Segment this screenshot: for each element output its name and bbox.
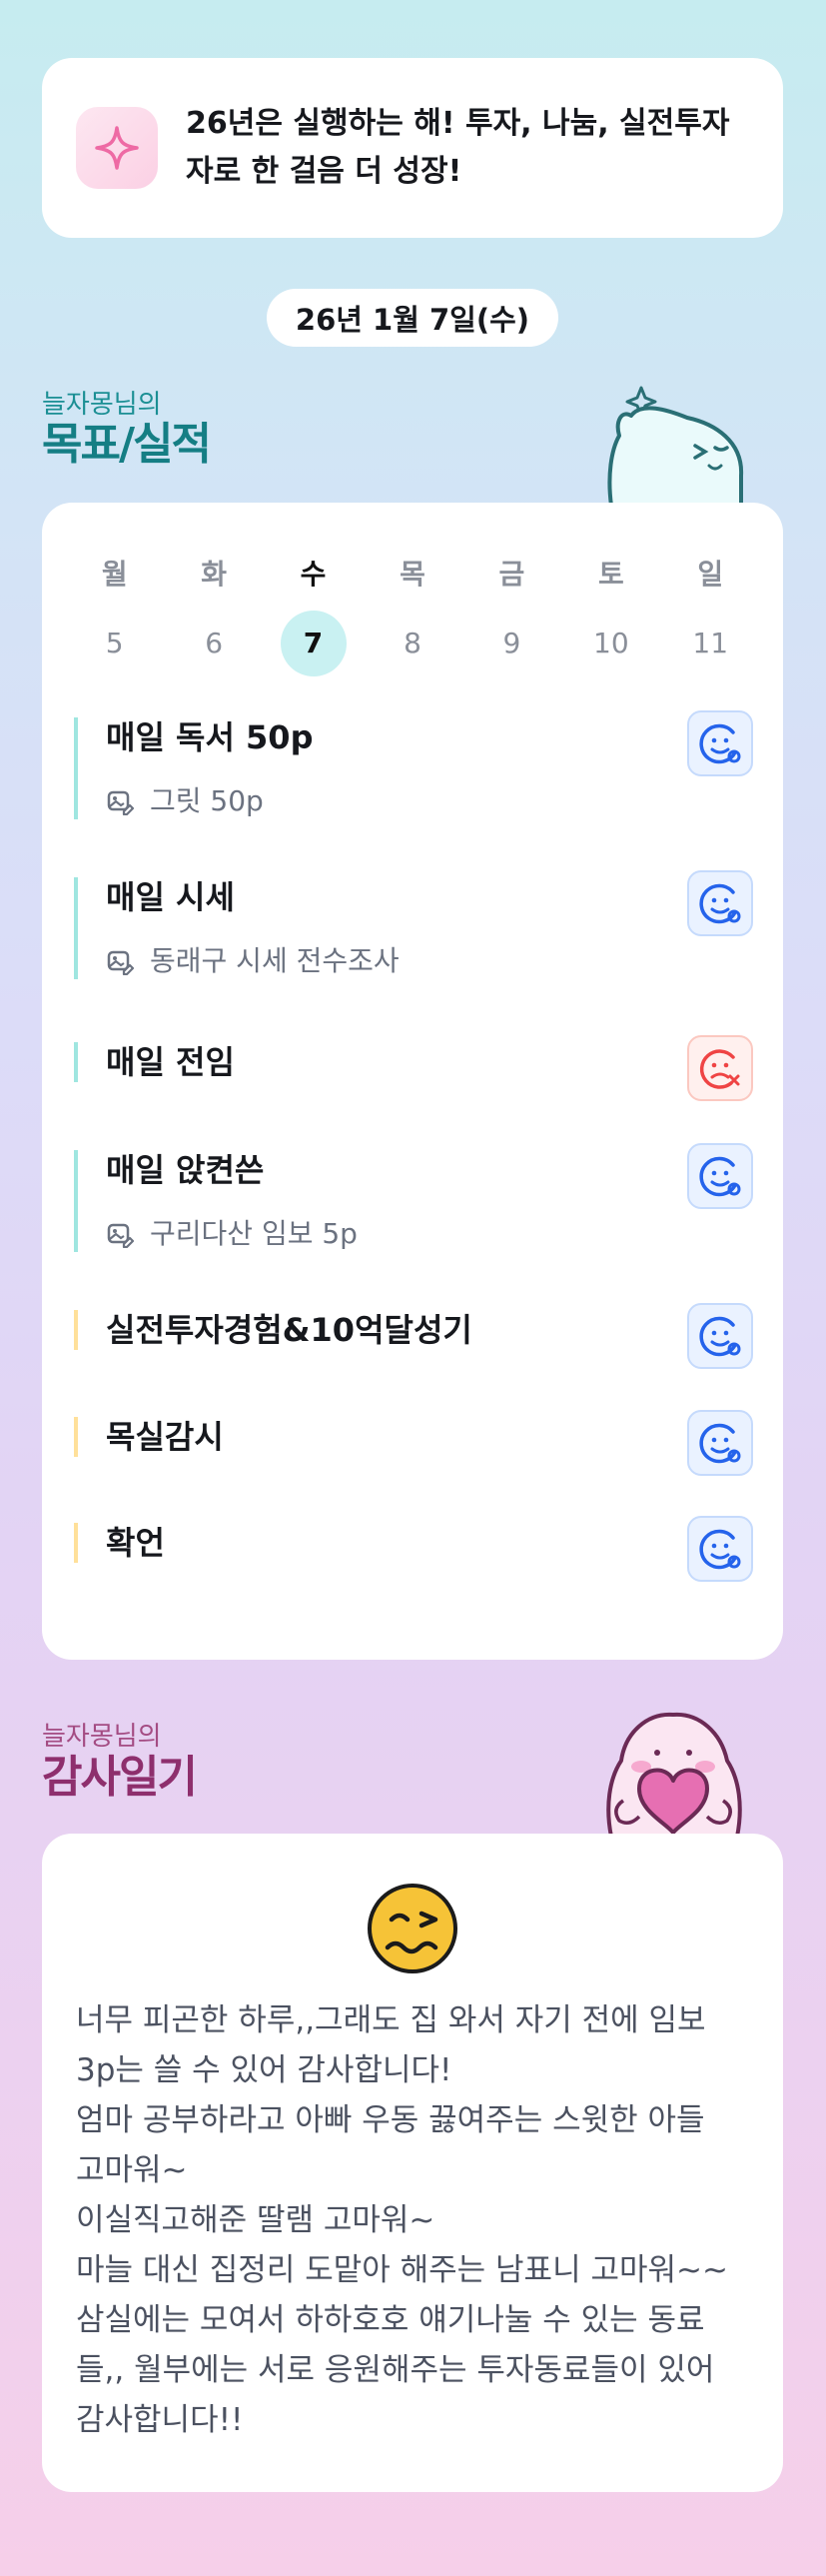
goal-title: 매일 앉켠쓴 (106, 1151, 265, 1189)
goal-item[interactable]: 확언 (74, 1516, 753, 1582)
date-number: 9 (502, 627, 521, 659)
weekday-label: 토 (597, 558, 624, 591)
diary-card: 너무 피곤한 하루,,그래도 집 와서 자기 전에 임보 3p는 쓸 수 있어 … (42, 1834, 783, 2492)
goal-item[interactable]: 매일 시세동래구 시세 전수조사 (74, 870, 753, 979)
weekday-label: 수 (300, 558, 327, 591)
date-pill[interactable]: 26년 1월 7일(수) (267, 289, 558, 347)
sparkle-icon (76, 107, 158, 189)
diary-section-title: 감사일기 (42, 1752, 198, 1803)
status-done-face-icon[interactable] (687, 1410, 753, 1476)
status-done-face-icon[interactable] (687, 710, 753, 776)
date-number: 11 (692, 627, 729, 659)
goal-title: 목실감시 (106, 1418, 224, 1456)
goal-title: 매일 시세 (106, 878, 235, 916)
status-done-face-icon[interactable] (687, 1303, 753, 1369)
mascot-cheer-icon (607, 386, 744, 506)
date-cell[interactable]: 6 (164, 611, 263, 676)
status-done-face-icon[interactable] (687, 1143, 753, 1209)
mascot-heart-icon (606, 1712, 742, 1837)
goal-note: 구리다산 임보 5p (106, 1216, 753, 1252)
goal-item[interactable]: 매일 독서 50p 그릿 50p (74, 710, 753, 819)
woozy-face-icon (368, 1884, 457, 1973)
diary-text: 너무 피곤한 하루,,그래도 집 와서 자기 전에 임보 3p는 쓸 수 있어 … (76, 2002, 728, 2438)
goal-title: 실전투자경험&10억달성기 (106, 1311, 472, 1349)
goal-item[interactable]: 목실감시 (74, 1410, 753, 1476)
date-row: 5 6 7 8 9 10 11 (42, 611, 783, 676)
motto-card: 26년은 실행하는 해! 투자, 나눔, 실전투자자로 한 걸음 더 성장! (42, 58, 783, 238)
date-cell[interactable]: 8 (363, 611, 461, 676)
photo-edit-icon (106, 947, 142, 975)
goal-note: 동래구 시세 전수조사 (106, 943, 753, 979)
goal-title: 매일 독서 50p (106, 718, 314, 756)
status-done-face-icon[interactable] (687, 870, 753, 936)
status-missed-face-icon[interactable] (687, 1035, 753, 1101)
goal-item[interactable]: 실전투자경험&10억달성기 (74, 1303, 753, 1369)
goal-note-text: 그릿 50p (150, 784, 264, 817)
date-number: 10 (593, 627, 629, 659)
weekday-label: 월 (101, 558, 128, 591)
weekday-row: 월화수목금토일 (42, 553, 783, 593)
date-cell[interactable]: 7 (264, 611, 363, 676)
date-cell[interactable]: 9 (462, 611, 561, 676)
goal-title: 매일 전임 (106, 1043, 235, 1081)
photo-edit-icon (106, 787, 142, 815)
weekday-label: 금 (498, 558, 525, 591)
date-number: 6 (205, 627, 224, 659)
date-cell[interactable]: 11 (661, 611, 760, 676)
goals-section-title: 목표/실적 (42, 419, 212, 470)
goal-note-text: 구리다산 임보 5p (150, 1217, 358, 1250)
goal-note-text: 동래구 시세 전수조사 (150, 944, 400, 977)
motto-text: 26년은 실행하는 해! 투자, 나눔, 실전투자자로 한 걸음 더 성장! (186, 106, 730, 189)
date-number: 8 (404, 627, 421, 659)
status-done-face-icon[interactable] (687, 1516, 753, 1582)
date-cell[interactable]: 5 (65, 611, 164, 676)
goal-note: 그릿 50p (106, 783, 753, 819)
goal-title: 확언 (106, 1524, 165, 1562)
weekday-label: 목 (400, 558, 425, 591)
date-number: 5 (105, 627, 124, 659)
date-cell[interactable]: 10 (561, 611, 660, 676)
weekday-label: 일 (697, 558, 724, 591)
weekday-label: 화 (201, 558, 228, 591)
date-number: 7 (280, 611, 347, 676)
goals-card: 월 화 수 목 금 토 일 5 6 7 8 9 10 11 매일 독서 50p 그릿 50p 매일 시세동래… (42, 503, 783, 1660)
photo-edit-icon (106, 1220, 142, 1248)
goal-item[interactable]: 매일 전임 (74, 1035, 753, 1101)
goal-item[interactable]: 매일 앉켠쓴구리다산 임보 5p (74, 1143, 753, 1252)
